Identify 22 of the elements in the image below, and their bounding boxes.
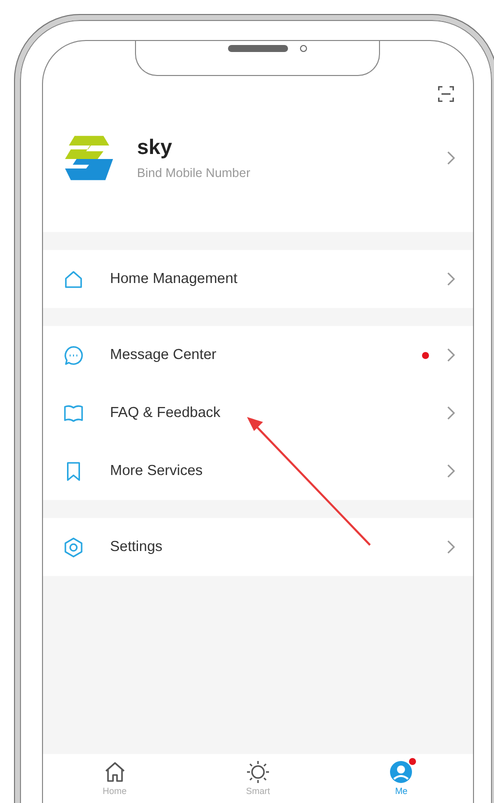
menu-item[interactable]: Message Center <box>110 347 422 363</box>
home-icon <box>102 760 127 784</box>
person-icon <box>389 760 414 784</box>
menu-item[interactable]: Settings <box>110 539 447 555</box>
home-icon <box>63 268 84 290</box>
chevron-right-icon[interactable] <box>447 540 455 554</box>
settings-icon <box>63 536 84 558</box>
sun-icon <box>246 760 270 784</box>
chevron-right-icon[interactable] <box>447 406 455 420</box>
book-icon <box>63 402 84 424</box>
speaker-icon <box>228 45 288 52</box>
chevron-right-icon[interactable] <box>447 348 455 362</box>
chevron-right-icon[interactable] <box>447 150 455 164</box>
user-name: sky <box>137 136 174 160</box>
camera-icon <box>300 45 307 52</box>
menu-item[interactable]: Home Management <box>110 271 447 287</box>
menu-item[interactable]: FAQ & Feedback <box>110 405 447 421</box>
message-icon <box>63 344 84 366</box>
scan-icon[interactable] <box>437 85 455 103</box>
chevron-right-icon[interactable] <box>447 272 455 286</box>
chevron-right-icon[interactable] <box>447 464 455 478</box>
menu-item[interactable]: More Services <box>110 463 447 479</box>
